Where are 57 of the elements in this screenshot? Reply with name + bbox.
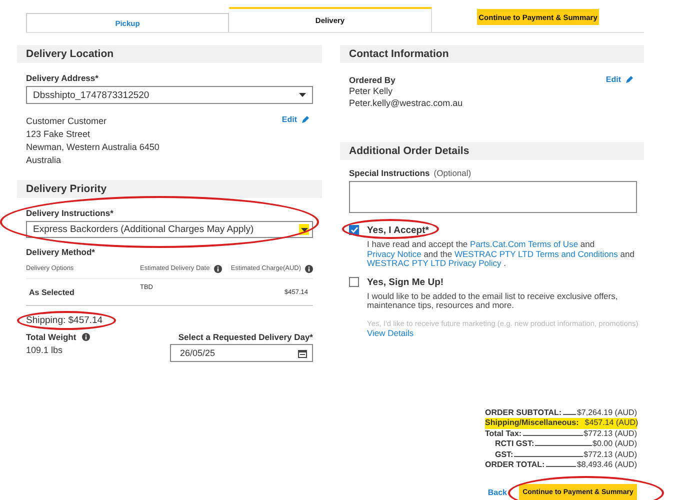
address-line: 123 Fake Street (26, 128, 92, 141)
total-label: GST: (495, 450, 514, 460)
terms-link[interactable]: Privacy Notice (367, 248, 422, 258)
contact-name: Peter Kelly (349, 86, 394, 96)
check-icon (350, 227, 358, 233)
total-value: $7,264.19 (AUD) (576, 408, 637, 418)
field-label: Delivery Instructions* (26, 208, 114, 218)
consent-title: Yes, Sign Me Up! (367, 276, 444, 288)
total-label: Total Tax: (485, 428, 522, 439)
terms-link[interactable]: WESTRAC PTY LTD Privacy Policy (367, 258, 502, 268)
info-icon (82, 333, 90, 341)
total-label: RCTI GST: (495, 439, 534, 450)
edit-link[interactable]: Edit (606, 75, 633, 84)
weight-value: 109.1 lbs (26, 345, 64, 355)
total-label: ORDER TOTAL: (485, 460, 545, 470)
contact-email: Peter.kelly@westrac.com.au (349, 98, 464, 108)
address-line: Newman, Western Australia 6450 (26, 141, 160, 154)
total-label: Shipping/Miscellaneous: (485, 418, 579, 428)
checkbox[interactable] (349, 225, 359, 235)
edit-link[interactable]: Edit (282, 115, 309, 124)
field-label: Total Weight (26, 332, 76, 342)
field-label: Special Instructions (349, 168, 430, 178)
field-label: Delivery Address* (26, 73, 100, 83)
total-value: $772.13 (AUD) (584, 450, 637, 460)
address-dropdown[interactable]: Dbsshipto_1747873312520 (26, 86, 313, 104)
caret-icon (299, 93, 306, 97)
consent-text: I would like to be added to the email list to receive exclusive offers, maintenance tips, resources and more. (366, 292, 619, 310)
back-link[interactable]: Back (488, 488, 507, 497)
table-cell-text: As Selected (28, 288, 76, 296)
consent-title: Yes, I Accept* (367, 225, 429, 236)
field-label: Delivery Method* (26, 247, 96, 257)
date-field[interactable]: 26/05/25 (170, 344, 313, 362)
field-label: Ordered By (349, 75, 396, 85)
section-title: Delivery Location (26, 48, 114, 60)
instructions-dropdown[interactable]: Express Backorders (Additional Charges May Apply) (26, 221, 313, 238)
section-title: Delivery Priority (26, 183, 107, 195)
terms-link[interactable]: Parts.Cat.Com Terms of Use (470, 239, 578, 249)
address-line: Customer Customer (26, 115, 108, 128)
optional-hint: (Optional) (434, 168, 472, 178)
calendar-icon (298, 348, 307, 358)
address-line: Australia (26, 154, 62, 167)
total-value: $772.13 (AUD) (584, 428, 637, 439)
section-title: Additional Order Details (349, 145, 470, 157)
view-details-link[interactable]: View Details (367, 328, 414, 338)
field-label: Select a Requested Delivery Day* (177, 332, 313, 342)
pencil-icon (625, 76, 633, 84)
terms-link[interactable]: WESTRAC PTY LTD Terms and Conditions (454, 248, 618, 258)
pencil-icon (301, 116, 309, 124)
shipping-total: Shipping: $457.14 (26, 315, 103, 326)
total-value: $8,493.46 (AUD) (576, 460, 637, 470)
caret-icon (300, 228, 308, 232)
total-value: $0.00 (AUD) (592, 439, 637, 450)
checkbox[interactable] (349, 276, 359, 286)
total-label: ORDER SUBTOTAL: (485, 408, 562, 418)
instructions-textarea[interactable] (349, 181, 637, 213)
section-title: Contact Information (349, 48, 449, 60)
consent-text: I have read and accept the Parts.Cat.Com Terms of Use and Privacy Notice and the WESTRAC PTY LTD Terms and Conditions and WESTRAC PTY LTD Privacy Policy . (366, 240, 635, 268)
